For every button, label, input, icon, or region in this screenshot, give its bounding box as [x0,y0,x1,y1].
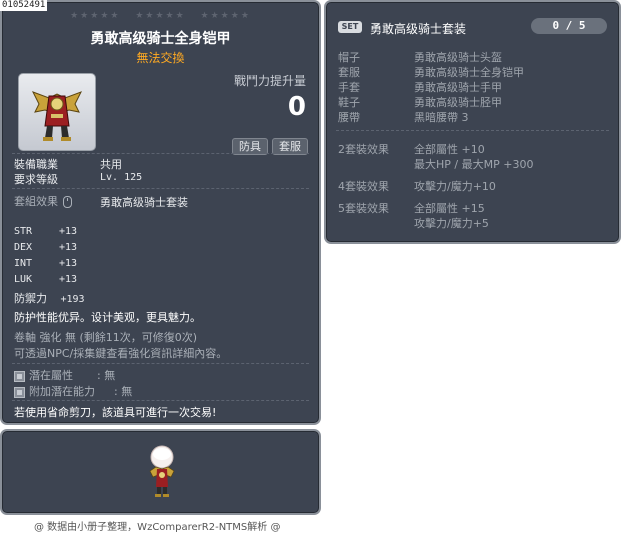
combat-power-label: 戰鬥力提升量 [233,74,306,88]
set-piece-name: 黑暗腰帶 3 [414,111,469,124]
item-tooltip-panel: ★★★★★ ★★★★★ ★★★★★ 勇敢高级骑士全身铠甲 無法交換 戰鬥力提升量… [0,0,321,425]
stat-name: INT [14,258,33,269]
stat-row: INT +13 [14,258,77,269]
set-title: 勇敢高级骑士套装 [370,22,467,36]
mouse-icon [63,196,72,208]
item-icon [18,73,96,151]
set-effect-label-text: 套組效果 [14,195,58,208]
avatar-preview-panel [0,429,321,515]
divider [12,188,309,189]
stat-row-defense: 防禦力 +193 [14,290,85,306]
set-piece-slot: 腰帶 [338,111,360,124]
stat-name: STR [14,226,33,237]
star-group: ★★★★★ [200,11,251,21]
character-preview-icon [149,445,175,497]
potential-icon [14,370,25,382]
trade-note: 若使用省命剪刀，該道具可進行一次交易! [14,406,217,419]
bonus-potential-icon [14,386,25,398]
defense-value: +193 [60,294,85,305]
star-group: ★★★★★ [70,11,121,21]
divider [12,153,309,154]
set-effect-line: 全部屬性 +10 [414,143,485,156]
set-effect-line: 攻擊力/魔力+10 [414,180,496,193]
bonus-potential-row: 附加潛在能力 [14,383,95,399]
bonus-potential-value: : 無 [114,385,133,398]
scroll-enhance-info: 卷軸 強化 無 (剩餘11次，可修復0次) [14,331,198,344]
set-effect-line: 攻擊力/魔力+5 [414,217,489,230]
potential-value: : 無 [97,369,116,382]
potential-row: 潛在屬性 [14,367,73,383]
data-credit: @ 数据由小册子整理，WzComparerR2-NTMS解析 @ [34,522,281,533]
stat-row: STR +13 [14,226,77,237]
set-effect-line: 全部屬性 +15 [414,202,485,215]
divider [12,363,309,364]
potential-label: 潛在屬性 [29,369,73,382]
star-group: ★★★★★ [135,11,186,21]
divider [336,130,609,131]
enhance-hint: 可透過NPC/採集鍵查看強化資訊詳細內容。 [14,347,228,360]
set-effect-tier-label: 2套裝效果 [338,143,389,156]
untradeable-label: 無法交換 [136,51,185,65]
set-piece-name: 勇敢高级骑士头盔 [414,51,502,64]
set-effect-line: 最大HP / 最大MP +300 [414,158,534,171]
set-effect-tier-label: 4套裝效果 [338,180,389,193]
set-info-panel: SET 勇敢高级骑士套装 0 / 5 帽子 勇敢高级骑士头盔 套服 勇敢高级骑士… [324,0,621,244]
stat-value: +13 [59,226,78,237]
bonus-potential-label: 附加潛在能力 [29,385,95,398]
stat-name: DEX [14,242,33,253]
stat-value: +13 [59,274,78,285]
set-effect-value: 勇敢高级骑士套装 [100,196,188,209]
defense-label: 防禦力 [14,292,47,305]
stat-row: LUK +13 [14,274,77,285]
set-piece-slot: 鞋子 [338,96,360,109]
job-label: 裝備職業 [14,158,58,171]
combat-power-value: 0 [287,92,306,122]
divider [12,400,309,401]
item-description: 防护性能优异。设计美观，更具魅力。 [14,311,201,324]
set-piece-slot: 套服 [338,66,360,79]
armor-sprite-icon [31,91,83,141]
stat-value: +13 [59,258,78,269]
stat-name: LUK [14,274,33,285]
set-effect-label: 套組效果 [14,193,72,209]
set-piece-slot: 手套 [338,81,360,94]
set-piece-name: 勇敢高级骑士胫甲 [414,96,502,109]
set-piece-count: 0 / 5 [531,18,607,34]
level-label: 要求等級 [14,173,58,186]
item-name: 勇敢高级骑士全身铠甲 [90,31,231,47]
set-piece-name: 勇敢高级骑士手甲 [414,81,502,94]
item-id: 01052491 [0,0,48,11]
stat-row: DEX +13 [14,242,77,253]
set-badge: SET [338,21,362,33]
stat-value: +13 [59,242,78,253]
job-value: 共用 [100,158,122,171]
set-piece-name: 勇敢高级骑士全身铠甲 [414,66,524,79]
set-effect-tier-label: 5套裝效果 [338,202,389,215]
set-piece-slot: 帽子 [338,51,360,64]
level-value: Lv. 125 [100,172,143,183]
star-force-display: ★★★★★ ★★★★★ ★★★★★ [2,11,319,21]
